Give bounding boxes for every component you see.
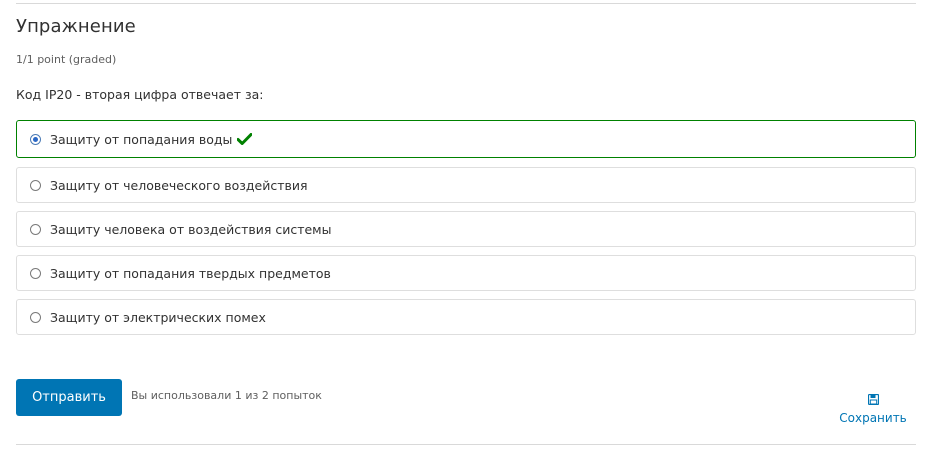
choice-label: Защиту от попадания воды bbox=[50, 131, 233, 147]
choice-option-1[interactable]: Защиту от попадания воды bbox=[16, 120, 916, 158]
radio-button[interactable] bbox=[30, 223, 41, 235]
choice-label: Защиту человека от воздействия системы bbox=[50, 221, 332, 237]
question-text: Код IP20 - вторая цифра отвечает за: bbox=[16, 87, 264, 102]
radio-button-selected[interactable] bbox=[30, 133, 41, 145]
radio-button[interactable] bbox=[30, 311, 41, 323]
checkmark-icon bbox=[237, 133, 253, 145]
floppy-disk-icon bbox=[867, 390, 879, 409]
submit-button[interactable]: Отправить bbox=[16, 379, 122, 416]
choice-option-4[interactable]: Защиту от попадания твердых предметов bbox=[16, 255, 916, 291]
save-label: Сохранить bbox=[839, 411, 907, 425]
top-divider bbox=[16, 3, 916, 4]
attempts-counter: Вы использовали 1 из 2 попыток bbox=[131, 389, 322, 402]
radio-button[interactable] bbox=[30, 179, 41, 191]
problem-title: Упражнение bbox=[16, 16, 136, 37]
choice-option-3[interactable]: Защиту человека от воздействия системы bbox=[16, 211, 916, 247]
bottom-divider bbox=[16, 444, 916, 445]
choice-option-2[interactable]: Защиту от человеческого воздействия bbox=[16, 167, 916, 203]
choice-label: Защиту от человеческого воздействия bbox=[50, 177, 308, 193]
problem-progress: 1/1 point (graded) bbox=[16, 53, 117, 66]
radio-button[interactable] bbox=[30, 267, 41, 279]
choice-label: Защиту от электрических помех bbox=[50, 309, 266, 325]
save-button[interactable]: Сохранить bbox=[836, 390, 910, 425]
choice-option-5[interactable]: Защиту от электрических помех bbox=[16, 299, 916, 335]
choice-label: Защиту от попадания твердых предметов bbox=[50, 265, 331, 281]
